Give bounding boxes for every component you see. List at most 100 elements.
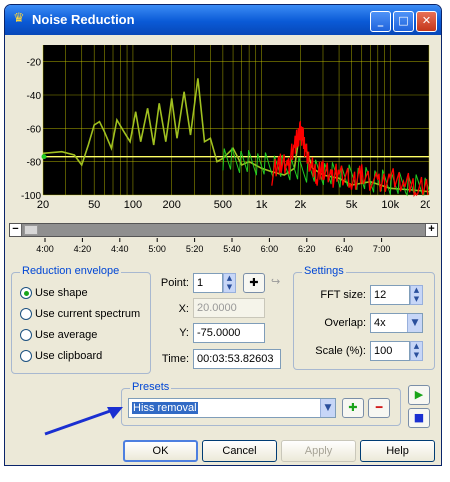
radio-label: Use clipboard [35, 349, 103, 362]
x-field[interactable]: 20.0000 [193, 298, 265, 318]
x-tick-label: 500 [214, 199, 232, 211]
play-button[interactable]: ▶ [408, 385, 430, 405]
delete-point-icon[interactable]: ↪ [271, 275, 280, 288]
timeline-thumb[interactable] [24, 225, 38, 235]
overlap-label: Overlap: [324, 317, 366, 329]
spin-up-icon[interactable]: ▲ [224, 274, 235, 283]
spectrum-svg[interactable]: -20-40-60-80-10020501002005001k2k5k10k20… [19, 41, 430, 219]
settings-title: Settings [302, 265, 346, 277]
window-title: Noise Reduction [32, 12, 135, 27]
radio-use-shape[interactable]: Use shape [20, 285, 88, 300]
spectrum-chart[interactable]: -20-40-60-80-10020501002005001k2k5k10k20… [19, 41, 430, 219]
play-icon: ▶ [414, 388, 424, 401]
time-tick-label: 7:00 [373, 244, 391, 254]
time-tick-label: 4:20 [74, 244, 92, 254]
arrow-shaft [44, 408, 114, 436]
x-tick-label: 100 [124, 199, 142, 211]
plus-icon: ✚ [348, 401, 358, 414]
minimize-button[interactable]: _ [370, 11, 391, 32]
radio-label: Use average [35, 328, 98, 341]
x-tick-label: 200 [162, 199, 180, 211]
time-tick-label: 6:00 [261, 244, 279, 254]
overlap-value: 4x [374, 317, 386, 329]
reduction-envelope-group: Reduction envelope Use shape Use current… [11, 265, 151, 374]
radio-icon[interactable] [20, 307, 32, 320]
radio-icon[interactable] [20, 328, 32, 341]
y-field[interactable]: -75.0000 [193, 323, 265, 343]
time-tick-label: 4:00 [36, 244, 54, 254]
apply-button[interactable]: Apply [281, 440, 356, 462]
chevron-down-icon[interactable]: ▼ [407, 314, 422, 332]
point-marker [41, 154, 47, 160]
minus-icon: ━ [375, 401, 383, 414]
time-tick-label: 5:40 [223, 244, 241, 254]
spin-down-icon[interactable]: ▼ [411, 351, 422, 360]
point-field[interactable]: 1 [193, 273, 223, 293]
add-point-button[interactable]: ✚ [243, 273, 265, 293]
remove-preset-button[interactable]: ━ [368, 398, 390, 418]
x-label: X: [178, 303, 189, 315]
presets-group: Presets Hiss removal ▼ ✚ ━ [121, 381, 401, 426]
time-tick-label: 6:40 [335, 244, 353, 254]
noise-reduction-dialog: ♛ Noise Reduction _ □ ✕ -20 -40 -60 -80 -100… [4, 4, 442, 466]
fft-size-spinner[interactable]: ▲ ▼ [410, 285, 423, 305]
scale-field[interactable]: 100 [370, 341, 410, 361]
scale-spinner[interactable]: ▲ ▼ [410, 341, 423, 361]
spin-up-icon[interactable]: ▲ [411, 286, 422, 295]
x-tick-label: 50 [88, 199, 100, 211]
time-field[interactable]: 00:03:53.82603 [193, 349, 281, 369]
annotation-arrow [44, 407, 123, 436]
point-spinner[interactable]: ▲ ▼ [223, 273, 236, 293]
title-bar[interactable]: ♛ Noise Reduction _ □ ✕ [5, 5, 441, 35]
x-tick-label: 20k [420, 199, 430, 211]
time-axis-svg: 4:00 4:20 4:40 5:00 5:20 5:40 6:00 6:20 6:40 7:00 [36, 238, 391, 254]
radio-checked-icon[interactable] [20, 286, 32, 299]
maximize-button[interactable]: □ [393, 11, 414, 32]
zoom-out-button[interactable]: − [10, 224, 22, 236]
y-tick-label: -60 [27, 124, 42, 135]
y-tick-label: -40 [27, 91, 42, 102]
x-tick-label: 2k [295, 199, 307, 211]
stop-icon: ■ [413, 411, 425, 424]
add-point-icon: ✚ [249, 276, 259, 289]
settings-group: Settings FFT size: 12 ▲ ▼ Overlap: 4x ▼ S… [293, 265, 435, 370]
presets-select[interactable]: Hiss removal ▼ [128, 398, 336, 418]
cancel-button[interactable]: Cancel [202, 440, 277, 462]
arrow-head-icon [107, 407, 123, 419]
zoom-in-button[interactable]: + [425, 224, 437, 236]
time-axis: 4:00 4:20 4:40 5:00 5:20 5:40 6:00 6:20 6:40 7:00 [9, 238, 438, 256]
radio-use-current-spectrum[interactable]: Use current spectrum [20, 306, 140, 321]
close-button[interactable]: ✕ [416, 11, 437, 32]
overlap-select[interactable]: 4x ▼ [370, 313, 423, 333]
radio-use-average[interactable]: Use average [20, 327, 97, 342]
radio-icon[interactable] [20, 349, 32, 362]
timeline-scrollbar[interactable]: − + [9, 223, 438, 237]
radio-label: Use shape [35, 286, 88, 299]
time-tick-label: 4:40 [111, 244, 129, 254]
time-tick-label: 5:00 [148, 244, 166, 254]
ok-button[interactable]: OK [123, 440, 198, 462]
time-tick-label: 6:20 [298, 244, 316, 254]
spin-down-icon[interactable]: ▼ [411, 295, 422, 304]
scale-label: Scale (%): [315, 345, 366, 357]
plot-background [43, 45, 429, 195]
presets-selected-value: Hiss removal [132, 402, 198, 414]
stop-button[interactable]: ■ [408, 408, 430, 428]
time-tick-label: 5:20 [186, 244, 204, 254]
x-tick-label: 20 [37, 199, 49, 211]
fft-size-field[interactable]: 12 [370, 285, 410, 305]
spin-up-icon[interactable]: ▲ [411, 342, 422, 351]
fft-size-label: FFT size: [320, 289, 366, 301]
spin-down-icon[interactable]: ▼ [224, 283, 235, 292]
y-tick-label: -20 [27, 58, 42, 69]
reduction-envelope-title: Reduction envelope [20, 265, 122, 277]
x-tick-label: 5k [346, 199, 358, 211]
x-tick-label: 10k [381, 199, 399, 211]
chevron-down-icon[interactable]: ▼ [320, 399, 335, 417]
y-tick-label: -80 [27, 158, 42, 169]
help-button[interactable]: Help [360, 440, 435, 462]
radio-use-clipboard[interactable]: Use clipboard [20, 348, 102, 363]
x-tick-label: 1k [256, 199, 268, 211]
point-label: Point: [160, 277, 189, 289]
add-preset-button[interactable]: ✚ [342, 398, 364, 418]
